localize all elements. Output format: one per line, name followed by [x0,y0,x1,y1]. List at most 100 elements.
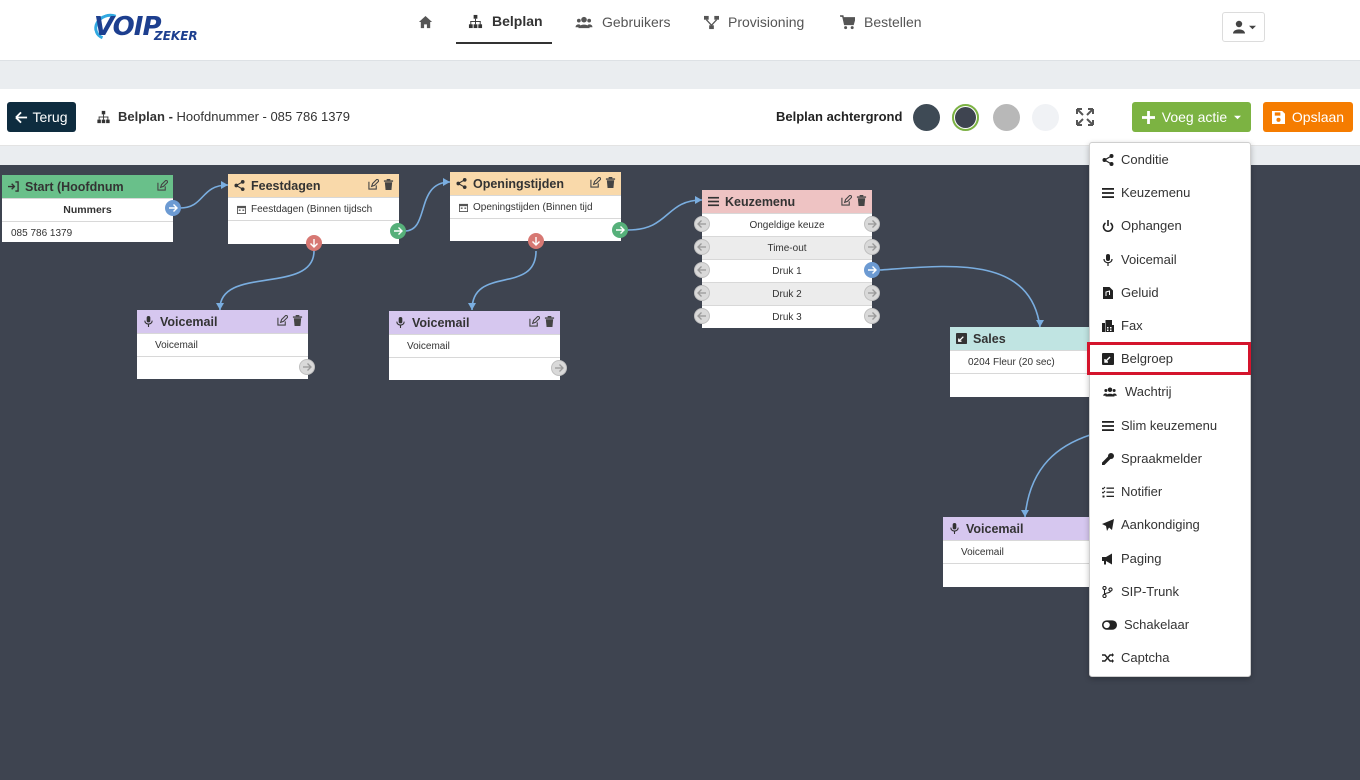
arrow-left-icon [697,243,706,251]
nav-belplan[interactable]: Belplan [456,0,552,44]
output-port[interactable] [864,216,880,232]
menu-option-ongeldige-keuze: Ongeldige keuze [702,213,872,236]
menu-item-schakelaar[interactable]: Schakelaar [1090,608,1250,641]
output-port[interactable] [864,285,880,301]
menu-item-sip-trunk[interactable]: SIP-Trunk [1090,575,1250,608]
output-port-druk-1[interactable] [864,262,880,278]
connector-druk1-sales [879,265,1041,328]
node-row: 0204 Fleur (20 sec) [950,350,1100,373]
nav-bestellen[interactable]: Bestellen [840,0,922,44]
menu-item-wachtrij[interactable]: Wachtrij [1090,375,1250,408]
user-menu-button[interactable] [1222,12,1265,42]
input-port[interactable] [694,262,710,278]
node-voicemail[interactable]: Voicemail Voicemail [389,311,567,380]
menu-item-voicemail[interactable]: Voicemail [1090,243,1250,276]
connector-start-feestdagen [179,184,229,209]
menu-item-paging[interactable]: Paging [1090,542,1250,575]
back-label: Terug [32,109,68,125]
microphone-icon [144,316,153,327]
arrow-right-icon [868,289,877,297]
trash-icon[interactable] [292,315,303,326]
nav-gebruikers[interactable]: Gebruikers [575,0,670,44]
nav-label: Provisioning [728,14,805,30]
menu-item-fax[interactable]: Fax [1090,309,1250,342]
nav-home[interactable] [418,0,433,44]
microphone-icon [396,317,405,328]
menu-option-druk-1: Druk 1 [702,259,872,282]
menu-item-slim-keuzemenu[interactable]: Slim keuzemenu [1090,409,1250,442]
nav-provisioning[interactable]: Provisioning [704,0,804,44]
cart-icon [840,14,855,29]
node-voicemail[interactable]: Voicemail Voicemail [943,517,1093,587]
menu-item-geluid[interactable]: Geluid [1090,276,1250,309]
arrow-right-icon [394,227,403,235]
node-keuzemenu[interactable]: Keuzemenu Ongeldige keuze Time-out Druk … [702,190,872,328]
background-swatch-gray[interactable] [993,104,1020,131]
output-port[interactable] [864,308,880,324]
edit-icon[interactable] [590,177,601,188]
output-port[interactable] [864,239,880,255]
background-swatch-light[interactable] [1032,104,1059,131]
output-port[interactable] [165,200,181,216]
node-title: Voicemail [412,315,470,330]
output-port-true[interactable] [390,223,406,239]
sitemap-icon [468,14,483,28]
user-icon [1232,20,1245,34]
trash-icon[interactable] [605,177,616,188]
node-sales[interactable]: Sales 0204 Fleur (20 sec) [950,327,1100,397]
arrow-right-icon [169,204,178,212]
menu-item-label: Notifier [1121,484,1163,499]
menu-item-aankondiging[interactable]: Aankondiging [1090,508,1250,541]
output-port-false[interactable] [306,235,322,251]
output-port-true[interactable] [612,222,628,238]
node-openingstijden[interactable]: Openingstijden Openingstijden (Binnen ti… [450,172,628,249]
menu-item-keuzemenu[interactable]: Keuzemenu [1090,176,1250,209]
edit-icon[interactable] [277,315,288,326]
crumb-title: Belplan - [118,109,173,124]
background-swatch-dark-slate[interactable] [913,104,940,131]
node-header[interactable]: Keuzemenu [702,190,872,213]
edit-icon[interactable] [368,179,379,190]
node-header[interactable]: Openingstijden [450,172,621,195]
menu-item-label: Spraakmelder [1121,451,1202,466]
node-feestdagen[interactable]: Feestdagen Feestdagen (Binnen tijdsch [228,174,406,251]
menu-item-conditie[interactable]: Conditie [1090,143,1250,176]
node-header[interactable]: Voicemail [389,311,560,334]
node-header[interactable]: Voicemail [943,517,1093,540]
power-icon [1102,219,1114,232]
node-header[interactable]: Start (Hoofdnum [2,175,173,198]
back-button[interactable]: Terug [7,102,76,132]
background-swatch-selected[interactable] [952,104,979,131]
menu-item-ophangen[interactable]: Ophangen [1090,209,1250,242]
connector-sales-voicemail [1024,434,1091,518]
microphone-icon [1103,253,1113,266]
fax-icon [1102,319,1114,332]
node-header[interactable]: Sales [950,327,1100,350]
node-start[interactable]: Start (Hoofdnum Nummers 085 786 1379 [2,175,181,242]
output-port[interactable] [551,360,567,376]
input-port[interactable] [694,285,710,301]
node-voicemail[interactable]: Voicemail Voicemail [137,310,315,379]
node-header[interactable]: Feestdagen [228,174,399,197]
voipzeker-logo[interactable]: VOIP ZEKER [90,9,206,45]
menu-item-captcha[interactable]: Captcha [1090,641,1250,674]
node-header[interactable]: Voicemail [137,310,308,333]
output-port[interactable] [299,359,315,375]
trash-icon[interactable] [383,179,394,190]
output-port-false[interactable] [528,233,544,249]
edit-icon[interactable] [841,195,852,206]
trash-icon[interactable] [856,195,867,206]
edit-icon[interactable] [529,316,540,327]
fullscreen-icon[interactable] [1076,108,1094,126]
menu-item-label: Conditie [1121,152,1169,167]
input-port[interactable] [694,239,710,255]
connector-openingstijden-voicemail [471,250,537,311]
menu-item-notifier[interactable]: Notifier [1090,475,1250,508]
input-port[interactable] [694,216,710,232]
menu-item-spraakmelder[interactable]: Spraakmelder [1090,442,1250,475]
input-port[interactable] [694,308,710,324]
save-button[interactable]: Opslaan [1263,102,1353,132]
trash-icon[interactable] [544,316,555,327]
add-action-button[interactable]: Voeg actie [1132,102,1251,132]
edit-icon[interactable] [157,180,168,191]
